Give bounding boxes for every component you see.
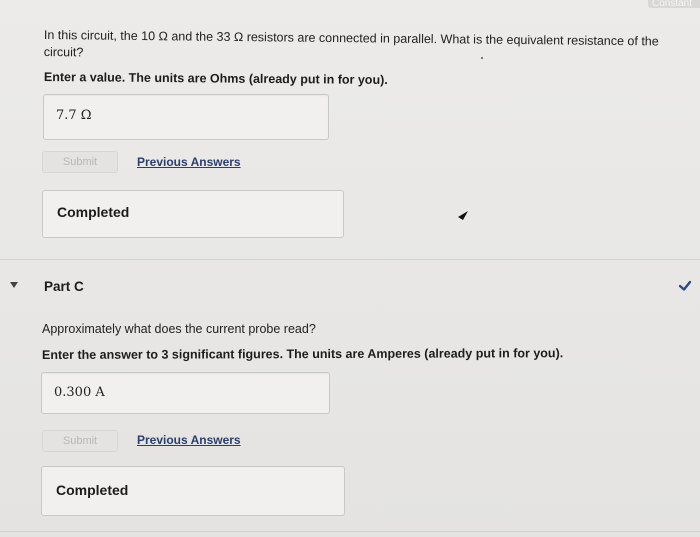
part-b-answer-value: 7.7 Ω xyxy=(56,108,92,123)
part-c-answer-field[interactable]: 0.300 A xyxy=(41,372,330,414)
checkmark-icon xyxy=(678,280,692,291)
part-c-previous-answers-link[interactable]: Previous Answers xyxy=(137,433,241,447)
mouse-cursor-icon xyxy=(458,211,468,220)
part-b-completed-label: Completed xyxy=(57,204,130,220)
part-c-submit-label: Submit xyxy=(62,435,98,447)
caret-down-icon[interactable] xyxy=(10,282,18,288)
part-c-submit-button[interactable]: Submit xyxy=(42,430,118,452)
part-c-completed-label: Completed xyxy=(56,482,129,498)
part-b-previous-answers-link[interactable]: Previous Answers xyxy=(137,155,241,169)
smudge-dot xyxy=(481,57,483,59)
part-c-question: Approximately what does the current prob… xyxy=(42,322,316,336)
constants-tab[interactable]: Constant xyxy=(648,0,700,8)
part-c-answer-value: 0.300 A xyxy=(54,385,105,400)
part-b-completed-status: Completed xyxy=(42,190,344,238)
bottom-divider xyxy=(0,531,700,532)
part-c-title[interactable]: Part C xyxy=(44,279,84,294)
part-b-submit-label: Submit xyxy=(62,156,98,168)
part-b-question: In this circuit, the 10 Ω and the 33 Ω r… xyxy=(43,27,659,60)
constants-tab-label: Constant xyxy=(652,0,693,8)
part-b-instruction: Enter a value. The units are Ohms (alrea… xyxy=(43,70,388,87)
section-divider xyxy=(0,259,700,260)
part-b-answer-field[interactable]: 7.7 Ω xyxy=(43,94,329,140)
part-c-completed-status: Completed xyxy=(41,466,345,516)
part-b-submit-button[interactable]: Submit xyxy=(42,151,118,173)
part-c-instruction: Enter the answer to 3 significant figure… xyxy=(42,346,564,362)
